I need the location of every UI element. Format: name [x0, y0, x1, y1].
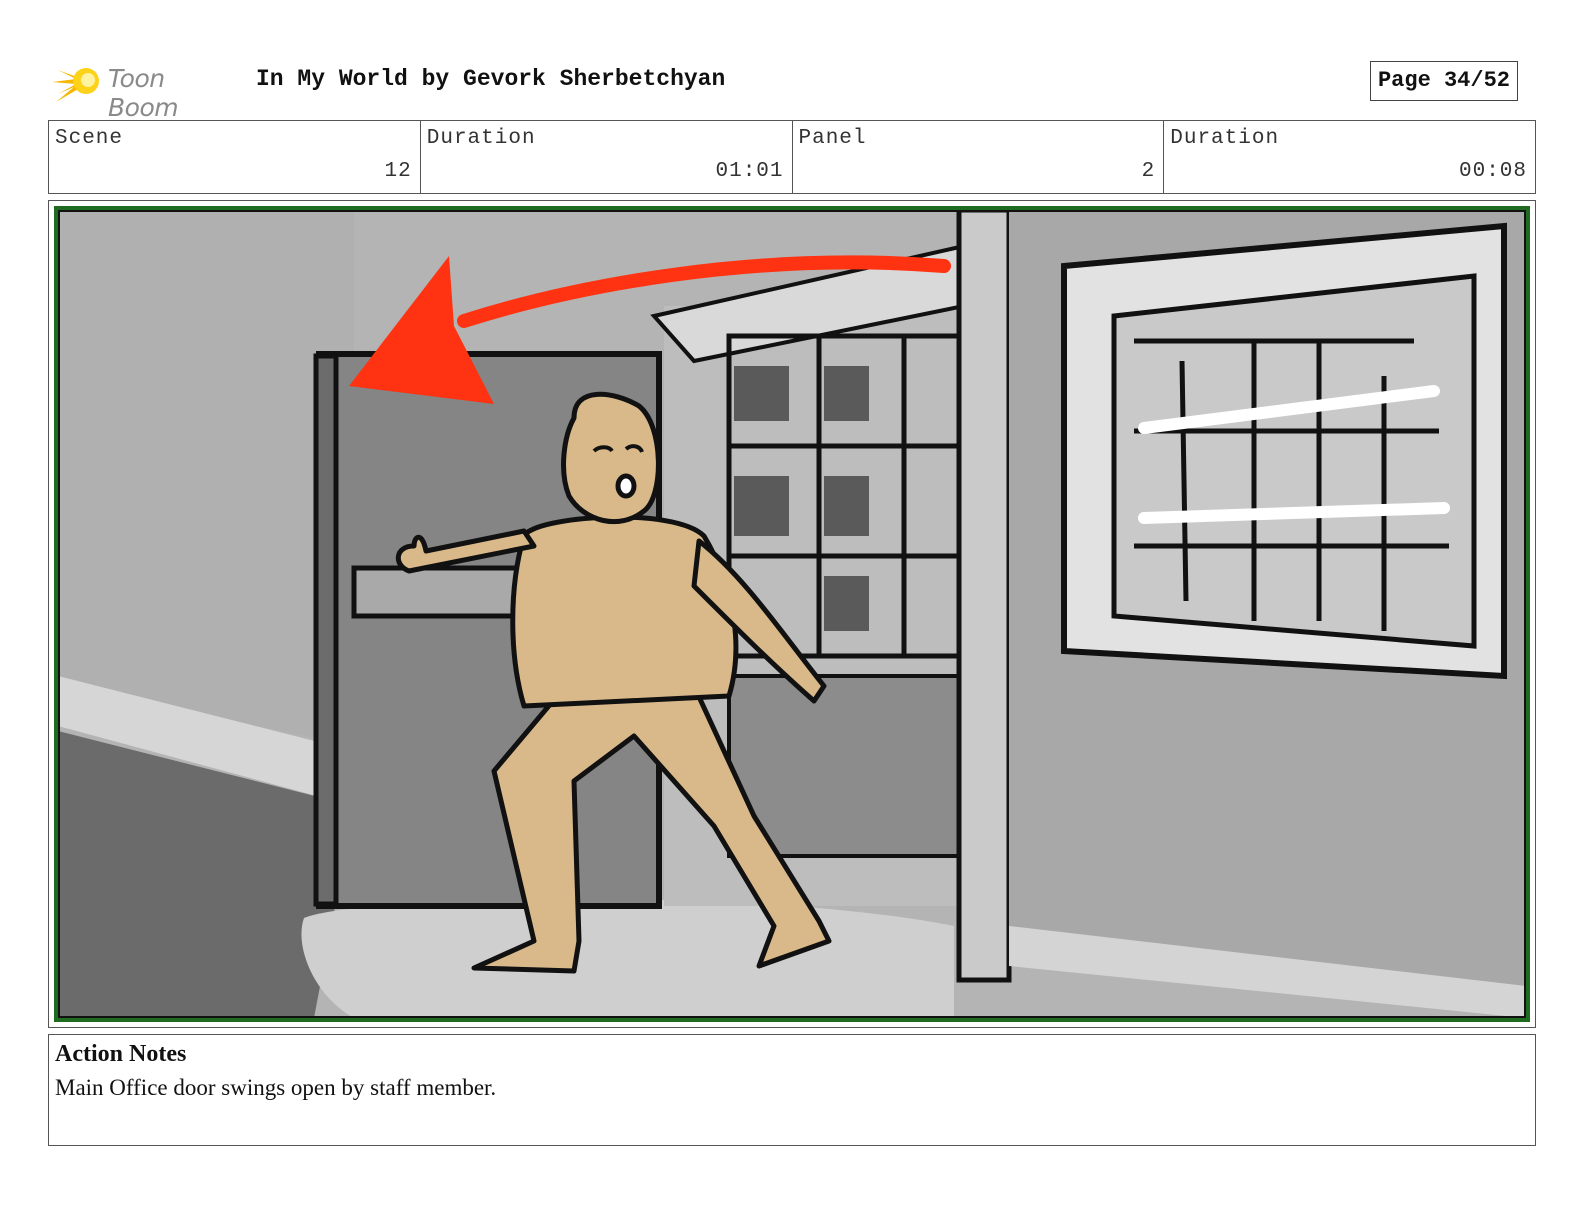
scene-cell: Scene 12 — [49, 121, 421, 193]
scene-duration-label: Duration — [426, 127, 536, 150]
logo-text: Toon Boom — [108, 64, 179, 122]
scene-value: 12 — [384, 160, 412, 183]
scene-duration-value: 01:01 — [715, 160, 784, 183]
action-notes-text: Main Office door swings open by staff me… — [55, 1075, 497, 1100]
storyboard-panel — [48, 200, 1536, 1028]
storyboard-title: In My World by Gevork Sherbetchyan — [256, 66, 726, 92]
toon-boom-logo: Toon Boom — [52, 56, 242, 122]
page-header: Toon Boom In My World by Gevork Sherbetc… — [48, 56, 1536, 122]
panel-value: 2 — [1141, 160, 1156, 183]
action-notes-box: Action Notes Main Office door swings ope… — [48, 1034, 1536, 1146]
action-notes-title: Action Notes — [55, 1041, 187, 1067]
scene-duration-cell: Duration 01:01 — [421, 121, 793, 193]
panel-duration-cell: Duration 00:08 — [1164, 121, 1535, 193]
scene-info-row: Scene 12 Duration 01:01 Panel 2 Duration… — [48, 120, 1536, 194]
panel-duration-value: 00:08 — [1458, 160, 1527, 183]
starburst-icon — [52, 64, 99, 102]
page-number: Page 34/52 — [1369, 61, 1518, 101]
panel-label: Panel — [798, 127, 867, 150]
panel-duration-label: Duration — [1170, 127, 1280, 150]
window — [1061, 222, 1507, 680]
panel-cell: Panel 2 — [793, 121, 1165, 193]
scene-label: Scene — [55, 127, 124, 150]
panel-drawing — [54, 206, 1530, 1022]
